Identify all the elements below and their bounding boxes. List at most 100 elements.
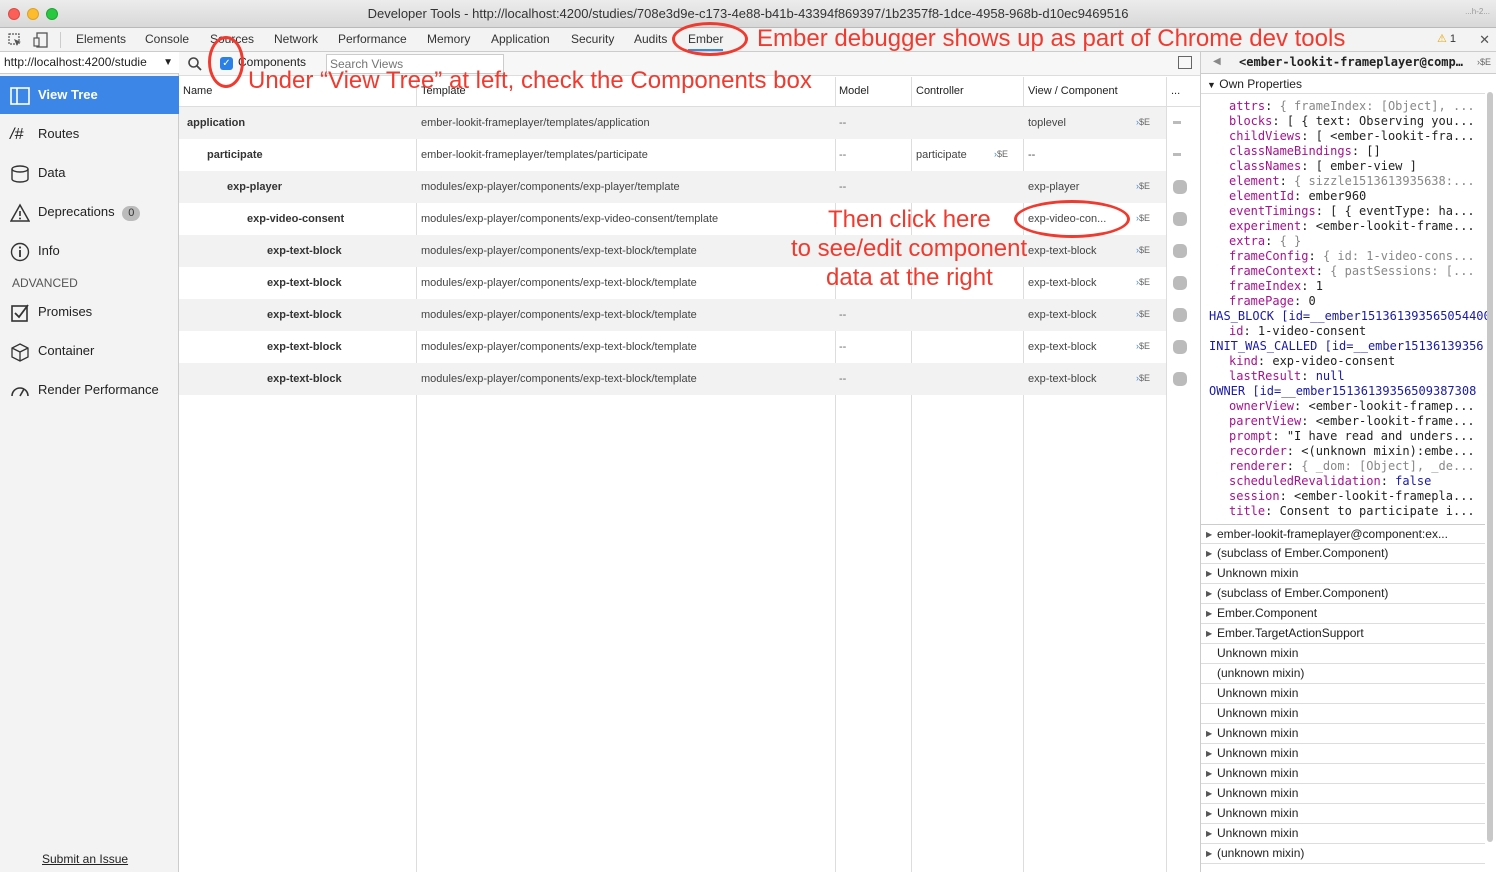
mixin-row[interactable]: Unknown mixin (1201, 684, 1485, 704)
property-row[interactable]: kind: exp-video-consent (1229, 354, 1487, 369)
component-console-button[interactable]: ›$E (1136, 277, 1150, 287)
app-url-select[interactable]: http://localhost:4200/studie ▼ (0, 52, 179, 74)
property-row[interactable]: elementId: ember960 (1229, 189, 1487, 204)
sidebar-item-data[interactable]: Data (0, 154, 179, 192)
inspect-element-button[interactable] (1173, 212, 1187, 226)
tab-security[interactable]: Security (571, 28, 614, 51)
property-row[interactable]: renderer: { _dom: [Object], _de... (1229, 459, 1487, 474)
controller-console-button[interactable]: ›$E (994, 149, 1008, 159)
mixin-row[interactable]: (unknown mixin) (1201, 664, 1485, 684)
close-icon[interactable]: ✕ (1479, 28, 1490, 51)
column-header-view-component[interactable]: View / Component (1028, 85, 1118, 97)
tab-memory[interactable]: Memory (427, 28, 470, 51)
inspect-element-button[interactable] (1173, 372, 1187, 386)
device-toolbar-icon[interactable] (32, 31, 50, 49)
component-console-button[interactable]: ›$E (1136, 309, 1150, 319)
mixin-row[interactable]: ▶ Unknown mixin (1201, 744, 1485, 764)
property-row[interactable]: scheduledRevalidation: false (1229, 474, 1487, 489)
component-console-button[interactable]: ›$E (1136, 117, 1150, 127)
own-properties-section[interactable]: ▼ Own Properties (1201, 76, 1485, 94)
tab-network[interactable]: Network (274, 28, 318, 51)
property-row[interactable]: recorder: <(unknown mixin):embe... (1229, 444, 1487, 459)
property-row[interactable]: classNameBindings: [] (1229, 144, 1487, 159)
component-console-button[interactable]: ›$E (1136, 213, 1150, 223)
property-row[interactable]: experiment: <ember-lookit-frame... (1229, 219, 1487, 234)
table-row[interactable]: exp-text-block modules/exp-player/compone… (179, 363, 1187, 395)
mixin-row[interactable]: ▶ Unknown mixin (1201, 804, 1485, 824)
mixin-row[interactable]: ▶ (subclass of Ember.Component) (1201, 584, 1485, 604)
collapse-button[interactable] (1173, 121, 1181, 124)
property-row[interactable]: prompt: "I have read and unders... (1229, 429, 1487, 444)
sidebar-item-view-tree[interactable]: View Tree (0, 76, 179, 114)
component-console-button[interactable]: ›$E (1136, 373, 1150, 383)
property-row[interactable]: eventTimings: [ { eventType: ha... (1229, 204, 1487, 219)
mixin-row[interactable]: ▶ Unknown mixin (1201, 564, 1485, 584)
inspect-element-button[interactable] (1173, 276, 1187, 290)
property-row[interactable]: classNames: [ ember-view ] (1229, 159, 1487, 174)
tab-elements[interactable]: Elements (76, 28, 126, 51)
table-row[interactable]: exp-player modules/exp-player/components/… (179, 171, 1187, 203)
property-row[interactable]: childViews: [ <ember-lookit-fra... (1229, 129, 1487, 144)
close-window-button[interactable] (8, 8, 20, 20)
back-arrow-icon[interactable]: ◀ (1213, 56, 1221, 67)
sidebar-item-routes[interactable]: /# Routes (0, 115, 179, 153)
property-row[interactable]: lastResult: null (1229, 369, 1487, 384)
property-row[interactable]: ownerView: <ember-lookit-framep... (1229, 399, 1487, 414)
column-header-model[interactable]: Model (839, 85, 869, 97)
inspect-element-icon[interactable] (6, 31, 24, 49)
property-row[interactable]: extra: { } (1229, 234, 1487, 249)
mixin-row[interactable]: ▶ Unknown mixin (1201, 824, 1485, 844)
sidebar-item-promises[interactable]: Promises (0, 293, 179, 331)
mixin-row[interactable]: Unknown mixin (1201, 704, 1485, 724)
tab-console[interactable]: Console (145, 28, 189, 51)
mixin-row[interactable]: ▶ (subclass of Ember.Component) (1201, 544, 1485, 564)
mixin-row[interactable]: ▶ Unknown mixin (1201, 724, 1485, 744)
sidebar-item-container[interactable]: Container (0, 332, 179, 370)
property-row[interactable]: session: <ember-lookit-framepla... (1229, 489, 1487, 504)
component-console-button[interactable]: ›$E (1136, 181, 1150, 191)
send-to-console-button[interactable]: ›$E (1477, 57, 1491, 67)
mixin-row[interactable]: ▶ Unknown mixin (1201, 764, 1485, 784)
property-row[interactable]: blocks: [ { text: Observing you... (1229, 114, 1487, 129)
search-icon[interactable] (187, 56, 203, 72)
mixin-row[interactable]: ▶ (unknown mixin) (1201, 844, 1485, 864)
property-row[interactable]: parentView: <ember-lookit-frame... (1229, 414, 1487, 429)
inspect-element-button[interactable] (1173, 180, 1187, 194)
collapse-button[interactable] (1173, 153, 1181, 156)
property-row[interactable]: framePage: 0 (1229, 294, 1487, 309)
toggle-panel-icon[interactable] (1178, 56, 1192, 69)
table-row[interactable]: exp-text-block modules/exp-player/compone… (179, 331, 1187, 363)
tab-application[interactable]: Application (491, 28, 550, 51)
warnings-indicator[interactable]: ⚠ 1 (1437, 28, 1456, 51)
property-row[interactable]: id: 1-video-consent (1229, 324, 1487, 339)
property-row[interactable]: frameContext: { pastSessions: [... (1229, 264, 1487, 279)
column-header-more[interactable]: ... (1171, 85, 1180, 97)
mixin-row[interactable]: ▶ Ember.Component (1201, 604, 1485, 624)
column-header-name[interactable]: Name (183, 85, 212, 97)
table-row[interactable]: participate ember-lookit-frameplayer/temp… (179, 139, 1181, 171)
table-row[interactable]: exp-text-block modules/exp-player/compone… (179, 299, 1187, 331)
scrollbar[interactable] (1487, 92, 1493, 842)
minimize-window-button[interactable] (27, 8, 39, 20)
property-row[interactable]: attrs: { frameIndex: [Object], ... (1229, 99, 1487, 114)
property-row[interactable]: frameConfig: { id: 1-video-cons... (1229, 249, 1487, 264)
property-row[interactable]: title: Consent to participate i... (1229, 504, 1487, 519)
property-row[interactable]: frameIndex: 1 (1229, 279, 1487, 294)
mixin-row[interactable]: ▶ Ember.TargetActionSupport (1201, 624, 1485, 644)
property-row[interactable]: element: { sizzle1513613935638:... (1229, 174, 1487, 189)
column-header-controller[interactable]: Controller (916, 85, 964, 97)
table-row[interactable]: application ember-lookit-frameplayer/temp… (179, 107, 1181, 139)
table-row[interactable]: exp-text-block modules/exp-player/compone… (179, 267, 1187, 299)
inspect-element-button[interactable] (1173, 308, 1187, 322)
sidebar-item-deprecations[interactable]: Deprecations 0 (0, 193, 179, 231)
mixin-row[interactable]: ▶ Unknown mixin (1201, 784, 1485, 804)
sidebar-item-info[interactable]: Info (0, 232, 179, 270)
sidebar-item-render-performance[interactable]: Render Performance (0, 371, 179, 409)
mixin-row[interactable]: ▶ ember-lookit-frameplayer@component:ex..… (1201, 524, 1485, 544)
component-console-button[interactable]: ›$E (1136, 245, 1150, 255)
submit-issue-link[interactable]: Submit an Issue (42, 852, 128, 866)
component-console-button[interactable]: ›$E (1136, 341, 1150, 351)
tab-performance[interactable]: Performance (338, 28, 407, 51)
inspect-element-button[interactable] (1173, 244, 1187, 258)
inspect-element-button[interactable] (1173, 340, 1187, 354)
